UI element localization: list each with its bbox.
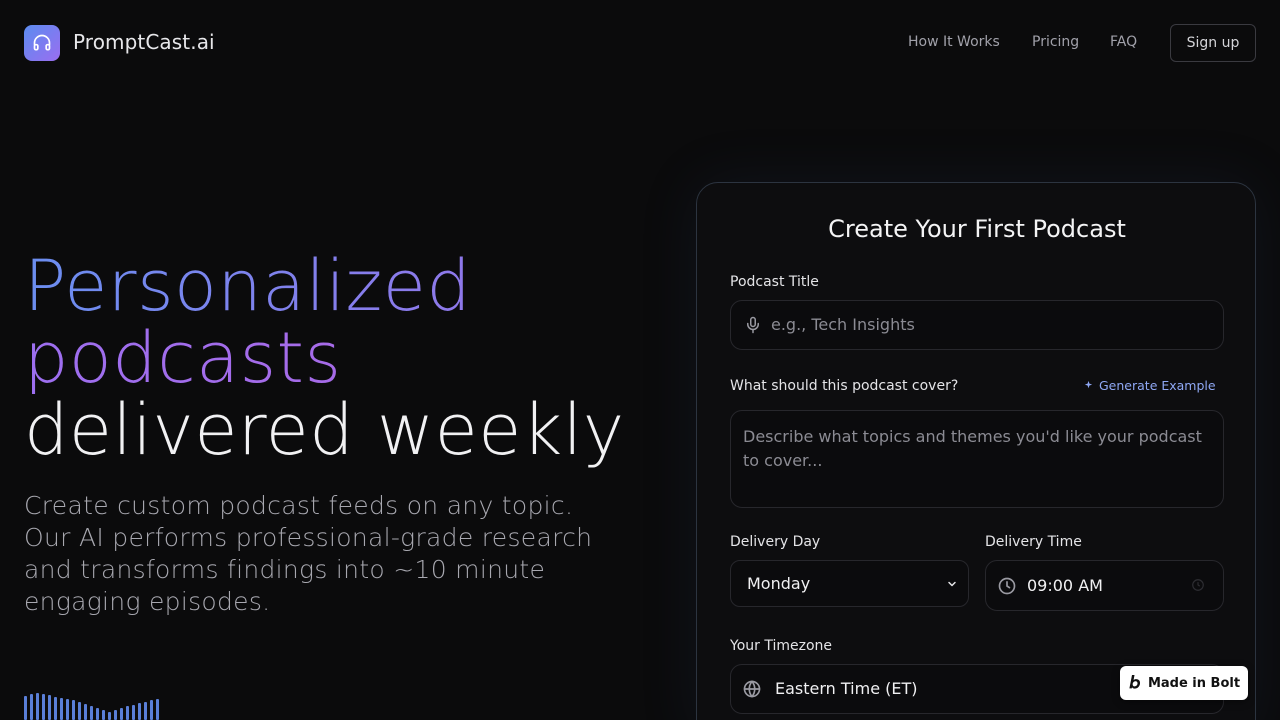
delivery-time-label: Delivery Time xyxy=(985,534,1082,550)
delivery-day-select[interactable]: Monday xyxy=(730,560,969,607)
top-header: PromptCast.ai How It Works Pricing FAQ S… xyxy=(0,0,1280,86)
timezone-label: Your Timezone xyxy=(730,638,832,654)
cover-placeholder: Describe what topics and themes you'd li… xyxy=(743,427,1202,470)
chevron-down-icon xyxy=(948,581,956,587)
podcast-title-placeholder: e.g., Tech Insights xyxy=(771,315,915,334)
clock-icon xyxy=(998,577,1016,595)
timezone-value: Eastern Time (ET) xyxy=(775,679,918,698)
headphones-icon xyxy=(33,34,51,51)
nav-faq[interactable]: FAQ xyxy=(1110,34,1137,50)
generate-example-label: Generate Example xyxy=(1099,378,1216,393)
brand-name[interactable]: PromptCast.ai xyxy=(73,30,215,54)
microphone-icon xyxy=(747,316,759,334)
generate-example-button[interactable]: Generate Example xyxy=(1083,378,1216,393)
delivery-day-label: Delivery Day xyxy=(730,534,821,550)
globe-icon xyxy=(743,680,761,698)
nav-how-it-works[interactable]: How It Works xyxy=(908,34,1000,50)
podcast-title-input[interactable]: e.g., Tech Insights xyxy=(730,300,1224,350)
time-picker-icon[interactable] xyxy=(1191,578,1205,592)
cover-textarea[interactable]: Describe what topics and themes you'd li… xyxy=(730,410,1224,508)
podcast-title-label: Podcast Title xyxy=(730,274,819,290)
create-podcast-card: Create Your First Podcast Podcast Title … xyxy=(696,182,1256,720)
signup-button[interactable]: Sign up xyxy=(1170,24,1256,62)
hero-title-line1: Personalized xyxy=(24,245,472,327)
sparkles-icon xyxy=(1084,380,1093,389)
nav-pricing[interactable]: Pricing xyxy=(1032,34,1079,50)
hero-title-line2: podcasts xyxy=(24,317,342,399)
delivery-day-value: Monday xyxy=(747,574,811,593)
made-in-bolt-badge[interactable]: Made in Bolt xyxy=(1120,666,1248,700)
cover-label: What should this podcast cover? xyxy=(730,378,959,394)
delivery-time-input[interactable]: 09:00 AM xyxy=(985,560,1224,611)
logo[interactable] xyxy=(24,25,60,61)
delivery-time-value: 09:00 AM xyxy=(1027,576,1103,595)
card-title: Create Your First Podcast xyxy=(828,215,1126,243)
audio-wave-decoration xyxy=(24,693,159,720)
made-in-bolt-label: Made in Bolt xyxy=(1147,675,1241,691)
bolt-logo-icon xyxy=(1129,675,1140,689)
hero-subtitle: Create custom podcast feeds on any topic… xyxy=(24,491,593,616)
hero-title-line3: delivered weekly xyxy=(24,389,625,471)
